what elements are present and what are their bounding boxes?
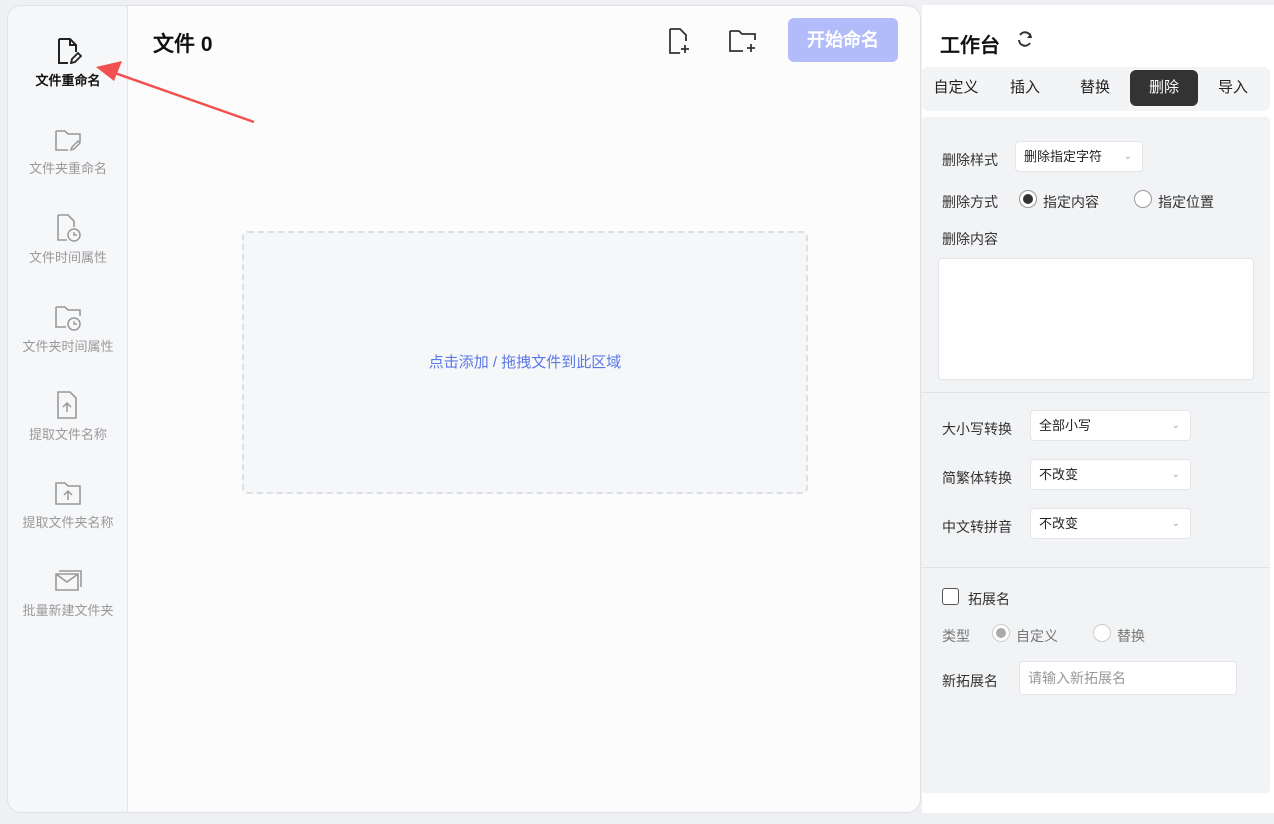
tab-replace[interactable]: 替换 (1061, 70, 1129, 106)
add-folder-button[interactable] (727, 26, 757, 56)
delete-style-select[interactable]: 删除指定字符 ⌄ (1015, 141, 1143, 172)
radio-label: 替换 (1117, 628, 1145, 644)
delete-style-label: 删除样式 (942, 152, 998, 168)
sidebar-item-label: 提取文件名称 (28, 427, 107, 442)
tab-custom[interactable]: 自定义 (922, 70, 990, 106)
radio-label: 指定内容 (1043, 194, 1099, 210)
select-value: 不改变 (1039, 467, 1079, 482)
new-extension-label: 新拓展名 (942, 673, 998, 689)
sidebar-item-file-time[interactable]: 文件时间属性 (8, 213, 128, 266)
case-select[interactable]: 全部小写 ⌄ (1030, 410, 1191, 441)
sidebar-item-label: 批量新建文件夹 (22, 603, 114, 618)
chevron-down-icon: ⌄ (1171, 518, 1180, 529)
tab-import[interactable]: 导入 (1199, 70, 1267, 106)
chevron-down-icon: ⌄ (1123, 151, 1132, 162)
tab-delete[interactable]: 删除 (1130, 70, 1198, 106)
file-clock-icon (57, 214, 81, 242)
folder-clock-icon (55, 306, 81, 331)
chevron-down-icon: ⌄ (1171, 469, 1180, 480)
pinyin-select[interactable]: 不改变 ⌄ (1030, 508, 1191, 539)
pinyin-label: 中文转拼音 (942, 519, 1012, 535)
radio-type-replace[interactable] (1093, 624, 1111, 642)
sidebar-item-label: 文件夹重命名 (28, 161, 107, 176)
sidebar-item-label: 提取文件夹名称 (22, 515, 114, 530)
select-value: 全部小写 (1039, 418, 1092, 433)
radio-label: 指定位置 (1158, 194, 1214, 210)
delete-mode-label: 删除方式 (942, 194, 998, 210)
delete-settings: 删除样式 删除指定字符 ⌄ 删除方式 指定内容 指定位置 删除内容 大小写转换 全… (922, 117, 1270, 793)
sidebar-item-label: 文件时间属性 (28, 250, 107, 265)
radio-specified-position[interactable] (1134, 190, 1152, 208)
radio-label: 自定义 (1016, 628, 1058, 644)
annotation-arrow (96, 61, 255, 124)
sidebar-item-batch-folder[interactable]: 批量新建文件夹 (8, 566, 128, 619)
radio-type-custom[interactable] (992, 624, 1010, 642)
file-upload-icon (57, 391, 77, 419)
radio-specified-content[interactable] (1019, 190, 1037, 208)
folder-upload-icon (55, 482, 81, 505)
sidebar-item-folder-time[interactable]: 文件夹时间属性 (8, 302, 128, 355)
chevron-down-icon: ⌄ (1171, 420, 1180, 431)
tab-insert[interactable]: 插入 (991, 70, 1059, 106)
select-value: 删除指定字符 (1024, 149, 1103, 164)
divider (922, 392, 1270, 393)
workbench-title: 工作台 (940, 35, 1000, 57)
file-add-icon (669, 28, 689, 54)
new-extension-input[interactable] (1019, 661, 1237, 695)
delete-content-label: 删除内容 (942, 231, 998, 247)
workbench-panel: 工作台 自定义 插入 替换 删除 导入 删除样式 删除指定字符 ⌄ 删除方式 指定… (922, 5, 1274, 813)
divider (922, 567, 1270, 568)
sidebar-item-extract-file[interactable]: 提取文件名称 (8, 390, 128, 443)
add-file-button[interactable] (664, 26, 694, 56)
folders-icon (55, 570, 82, 591)
trad-select[interactable]: 不改变 ⌄ (1030, 459, 1191, 490)
sidebar-item-label: 文件夹时间属性 (22, 339, 114, 354)
refresh-icon[interactable] (1016, 30, 1034, 48)
extension-checkbox[interactable] (942, 588, 959, 605)
sidebar-item-extract-folder[interactable]: 提取文件夹名称 (8, 478, 128, 531)
start-rename-button[interactable]: 开始命名 (788, 18, 898, 62)
workbench-tabs: 自定义 插入 替换 删除 导入 (922, 67, 1270, 111)
extension-label: 拓展名 (968, 591, 1010, 607)
case-label: 大小写转换 (942, 421, 1012, 437)
trad-label: 简繁体转换 (942, 470, 1012, 486)
type-label: 类型 (942, 628, 970, 644)
select-value: 不改变 (1039, 516, 1079, 531)
folder-add-icon (729, 30, 756, 52)
delete-content-input[interactable] (938, 258, 1254, 380)
file-drop-zone[interactable]: 点击添加 / 拖拽文件到此区域 (242, 231, 808, 494)
